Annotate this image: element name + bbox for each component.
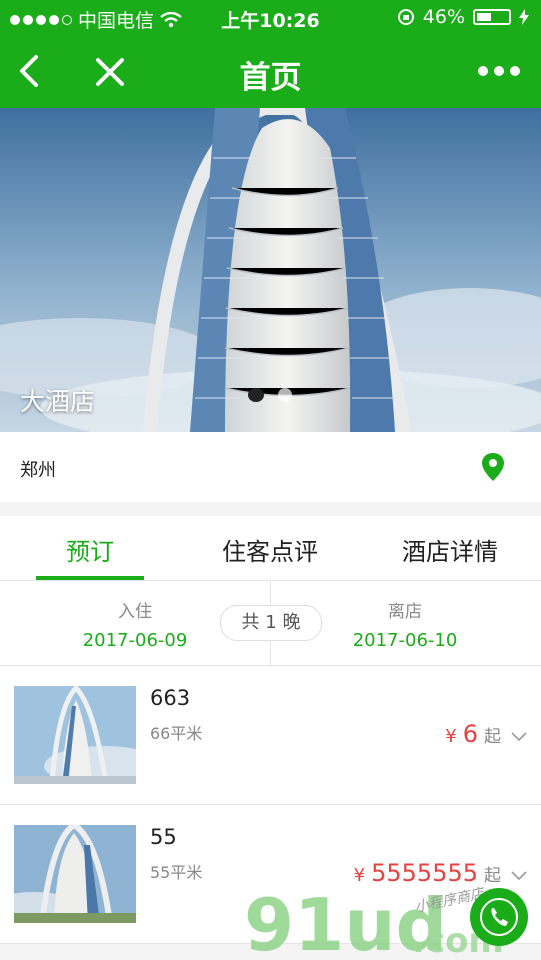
chevron-down-icon xyxy=(511,871,527,881)
tab-guest-reviews[interactable]: 住客点评 xyxy=(180,532,360,567)
date-selector: 入住 2017-06-09 离店 2017-06-10 共 1 晚 xyxy=(0,581,541,666)
battery-icon xyxy=(473,9,511,25)
status-bar: 中国电信 上午10:26 46% xyxy=(0,0,541,34)
tab-hotel-details[interactable]: 酒店详情 xyxy=(360,532,540,567)
room-photo xyxy=(14,825,136,923)
room-photo xyxy=(14,686,136,784)
city-name: 郑州 xyxy=(20,460,56,481)
tab-bar: 预订 住客点评 酒店详情 xyxy=(0,516,541,581)
location-row[interactable]: 郑州 xyxy=(0,432,541,502)
room-item[interactable]: 663 66平米 ¥ 6 起 xyxy=(0,666,541,805)
room-name: 663 xyxy=(150,686,191,710)
call-button[interactable] xyxy=(470,888,528,946)
room-price[interactable]: ¥ 6 起 xyxy=(445,720,527,748)
hotel-name: 大酒店 xyxy=(20,387,96,416)
top-bar: 中国电信 上午10:26 46% 首页 xyxy=(0,0,541,108)
more-options-button[interactable] xyxy=(477,56,521,86)
phone-icon xyxy=(480,898,518,936)
chevron-down-icon xyxy=(511,732,527,742)
hotel-photo-carousel[interactable]: 大酒店 xyxy=(0,108,541,432)
room-name: 55 xyxy=(150,825,177,849)
map-pin-icon[interactable] xyxy=(481,452,505,482)
currency-symbol: ¥ xyxy=(445,726,457,747)
carousel-dot-active[interactable] xyxy=(248,388,264,402)
price-suffix: 起 xyxy=(484,727,501,747)
carousel-indicators xyxy=(248,388,292,402)
watermark-logo: 91ud .com 小程序商店 xyxy=(244,883,504,960)
battery-percent: 46% xyxy=(422,6,465,28)
room-area: 55平米 xyxy=(150,863,203,882)
page-title: 首页 xyxy=(239,60,302,96)
room-area: 66平米 xyxy=(150,724,203,743)
price-amount: 6 xyxy=(462,720,478,748)
nights-count-badge: 共 1 晚 xyxy=(220,605,322,641)
active-tab-indicator xyxy=(36,576,144,580)
tab-booking[interactable]: 预订 xyxy=(0,532,180,567)
carousel-dot[interactable] xyxy=(278,388,292,402)
orientation-lock-icon xyxy=(397,9,414,25)
navigation-bar: 首页 xyxy=(0,38,541,104)
charging-icon xyxy=(519,9,529,25)
